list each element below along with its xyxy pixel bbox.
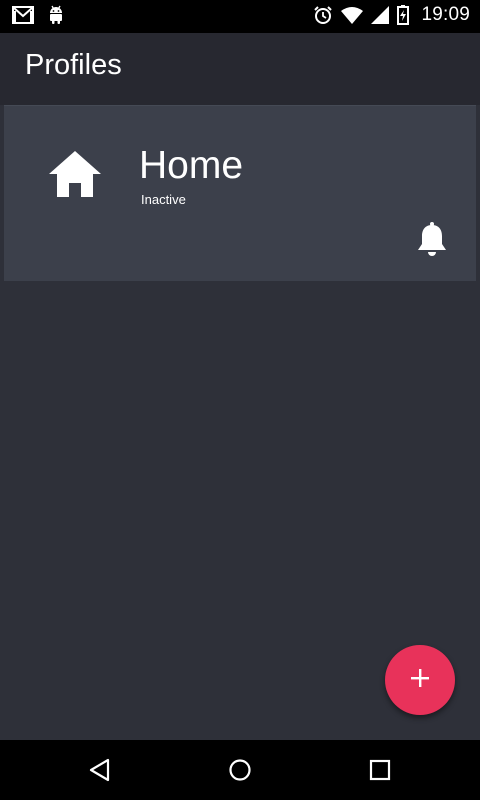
status-bar: 19:09 (0, 0, 480, 33)
notification-icons (12, 5, 64, 25)
bell-icon[interactable] (416, 222, 448, 258)
home-nav-icon[interactable] (228, 758, 252, 782)
screen: 19:09 Profiles Home Inactive (0, 0, 480, 800)
wifi-icon (341, 6, 364, 24)
add-profile-button[interactable] (385, 645, 455, 715)
profile-status: Inactive (141, 192, 186, 207)
page-title: Profiles (25, 49, 122, 81)
profile-name: Home (139, 144, 244, 187)
home-icon (48, 150, 102, 203)
alarm-icon (313, 5, 333, 25)
system-icons: 19:09 (313, 4, 470, 26)
battery-icon (397, 5, 410, 25)
android-icon (48, 5, 64, 25)
gmail-icon (12, 6, 34, 24)
back-icon[interactable] (88, 758, 112, 782)
plus-icon (410, 668, 430, 693)
app-toolbar: Profiles (0, 33, 480, 105)
navigation-bar (0, 740, 480, 800)
profile-card-home[interactable]: Home Inactive (4, 105, 476, 281)
signal-icon (371, 6, 390, 24)
recents-icon[interactable] (368, 758, 392, 782)
clock: 19:09 (421, 4, 470, 25)
